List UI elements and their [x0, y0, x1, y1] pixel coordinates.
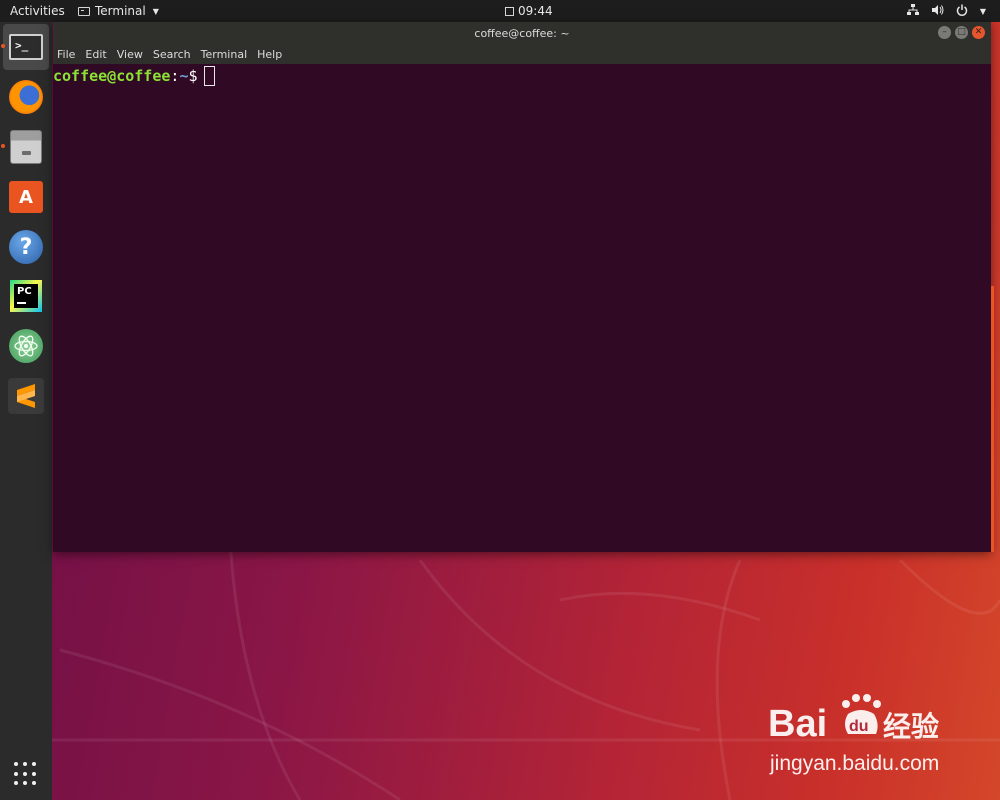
dock-item-software[interactable]: A	[3, 174, 49, 220]
chevron-down-icon: ▼	[152, 6, 159, 16]
activities-button[interactable]: Activities	[0, 4, 78, 18]
dock-item-help[interactable]: ?	[3, 224, 49, 270]
volume-icon[interactable]	[931, 4, 944, 19]
baidu-logo: Bai 经验 du	[768, 694, 939, 745]
watermark-url: jingyan.baidu.com	[770, 752, 940, 775]
prompt-user-host: coffee@coffee	[53, 67, 171, 85]
top-bar: Activities Terminal ▼ 09:44 ▼	[0, 0, 1000, 22]
menu-view[interactable]: View	[117, 48, 143, 61]
chevron-down-icon[interactable]: ▼	[980, 7, 986, 16]
running-indicator	[1, 144, 5, 148]
svg-text:Bai: Bai	[768, 703, 827, 745]
menu-file[interactable]: File	[57, 48, 75, 61]
prompt-path: ~	[179, 67, 189, 85]
prompt-symbol: $	[188, 67, 198, 85]
system-tray[interactable]: ▼	[906, 0, 986, 22]
help-icon: ?	[9, 230, 43, 264]
files-icon	[10, 130, 42, 164]
app-menu-label: Terminal	[95, 4, 146, 18]
terminal-menubar: File Edit View Search Terminal Help	[53, 44, 991, 64]
terminal-window[interactable]: coffee@coffee: ~ – □ ✕ File Edit View Se…	[53, 22, 994, 552]
clock-time: 09:44	[518, 4, 553, 18]
clock[interactable]: 09:44	[505, 0, 553, 22]
minimize-button[interactable]: –	[938, 26, 951, 39]
scrollbar[interactable]	[991, 286, 994, 552]
firefox-icon	[9, 80, 43, 114]
network-icon[interactable]	[906, 3, 919, 19]
menu-terminal[interactable]: Terminal	[201, 48, 248, 61]
terminal-icon: >_	[9, 34, 43, 60]
window-controls: – □ ✕	[938, 26, 985, 39]
power-icon[interactable]	[956, 4, 968, 19]
pycharm-glyph: PC	[14, 284, 38, 308]
terminal-body[interactable]: coffee@coffee: ~ $	[53, 64, 991, 552]
prompt-line: coffee@coffee: ~ $	[53, 66, 991, 86]
dock-item-atom[interactable]	[3, 323, 49, 369]
dock-item-sublime[interactable]	[3, 373, 49, 419]
dock-item-files[interactable]	[3, 124, 49, 170]
window-title: coffee@coffee: ~	[474, 26, 570, 40]
svg-text:du: du	[849, 718, 869, 735]
app-menu[interactable]: Terminal ▼	[78, 4, 159, 18]
baidu-jingyan-watermark: Bai 经验 du jingyan.baidu.com	[768, 690, 988, 790]
dock-item-terminal[interactable]: >_	[3, 24, 49, 70]
text-cursor	[203, 66, 215, 86]
menu-help[interactable]: Help	[257, 48, 282, 61]
terminal-titlebar[interactable]: coffee@coffee: ~ – □ ✕	[53, 22, 991, 44]
show-applications-button[interactable]	[14, 762, 38, 786]
menu-search[interactable]: Search	[153, 48, 191, 61]
calendar-icon	[505, 6, 514, 16]
pycharm-icon: PC	[10, 280, 42, 312]
prompt-separator: :	[170, 67, 180, 85]
terminal-mini-icon	[78, 6, 90, 16]
dock: >_ A ? PC	[0, 22, 52, 800]
atom-icon	[9, 329, 43, 363]
software-store-icon: A	[9, 181, 43, 213]
dock-item-pycharm[interactable]: PC	[3, 273, 49, 319]
maximize-button[interactable]: □	[955, 26, 968, 39]
menu-edit[interactable]: Edit	[85, 48, 106, 61]
dock-item-firefox[interactable]	[3, 74, 49, 120]
sublime-icon	[8, 378, 44, 414]
running-indicator	[1, 44, 5, 48]
svg-text:经验: 经验	[883, 710, 939, 743]
close-button[interactable]: ✕	[972, 26, 985, 39]
